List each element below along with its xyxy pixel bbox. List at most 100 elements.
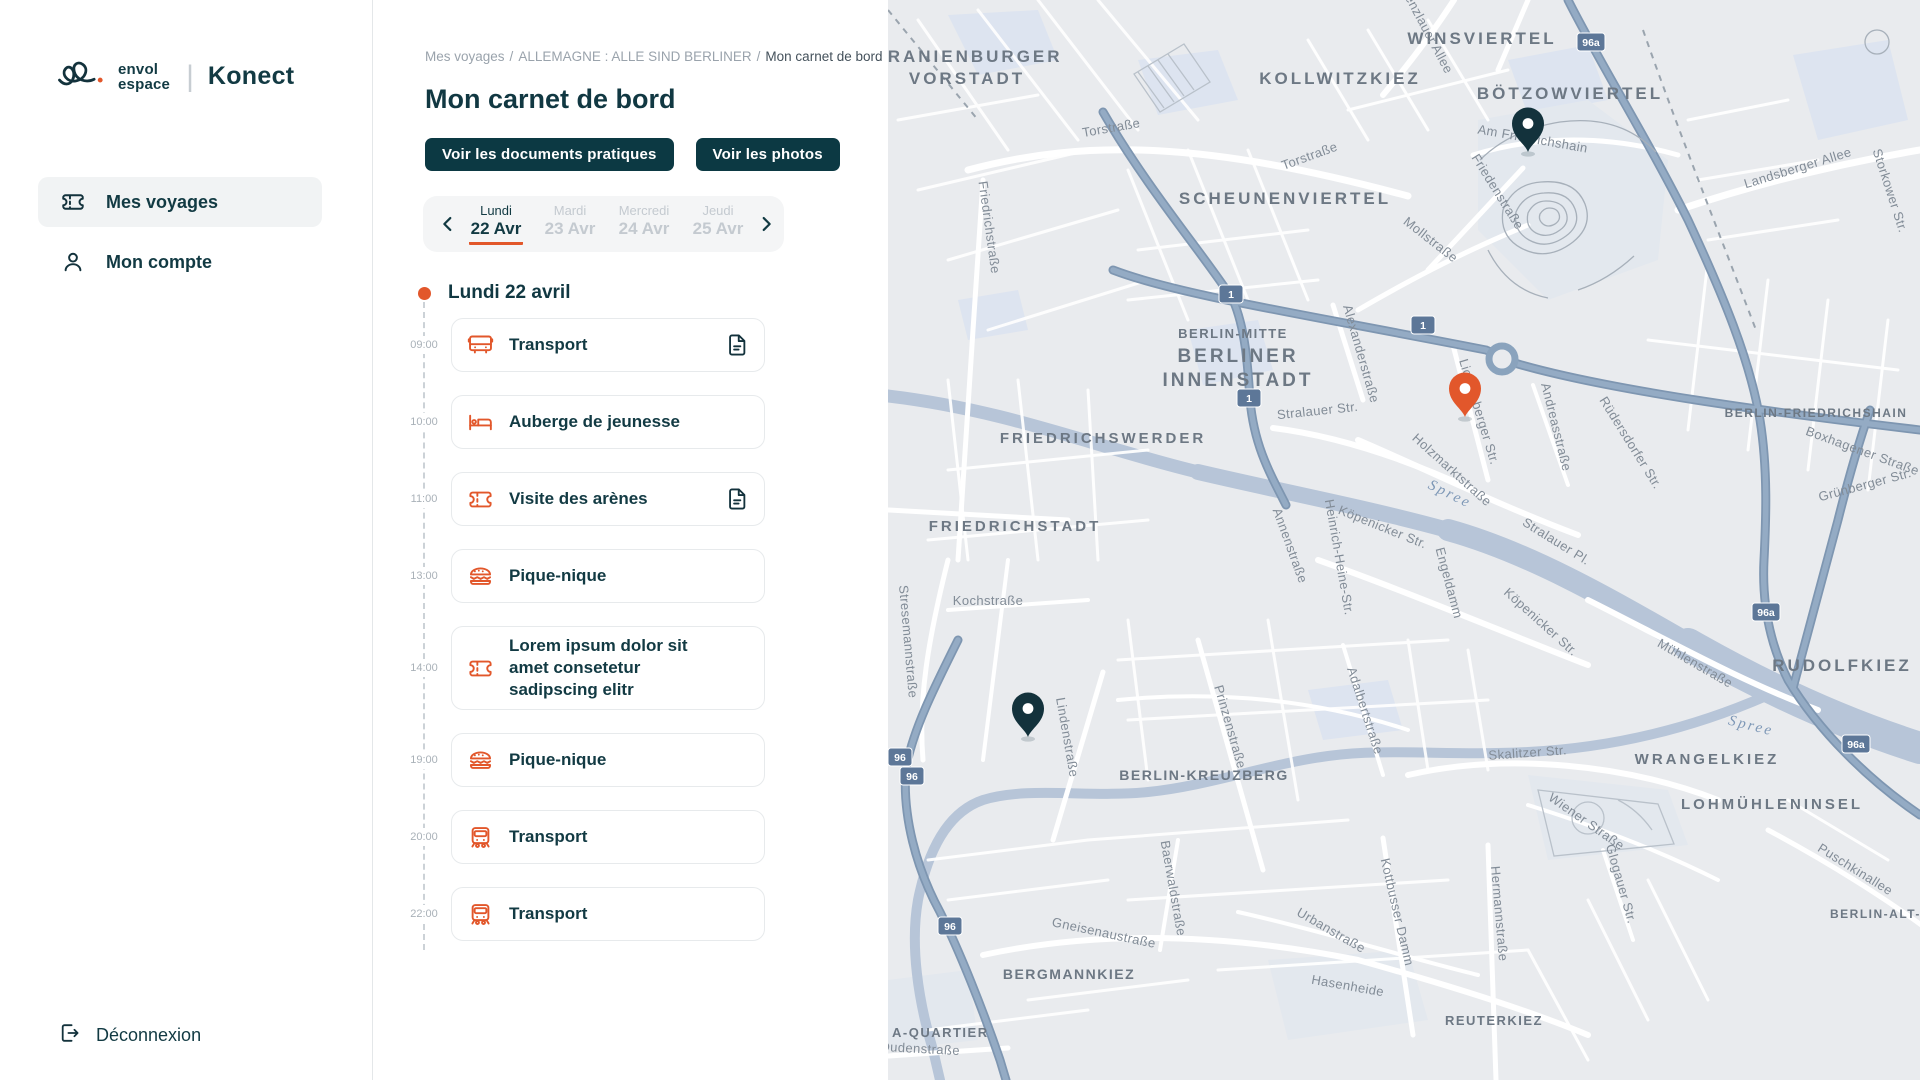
district-label: RUDOLFKIEZ — [1772, 656, 1912, 675]
ticket-icon — [467, 486, 494, 513]
timeline-time: 10:00 — [409, 413, 439, 431]
district-label: SCHEUNENVIERTEL — [1179, 189, 1391, 208]
svg-text:96a: 96a — [1757, 607, 1775, 619]
activity-card-tram[interactable]: Transport — [451, 810, 765, 864]
chevron-right-icon[interactable] — [755, 212, 777, 236]
timeline-row: 22:00 Transport — [373, 887, 888, 941]
road-shield: 96a — [1752, 603, 1780, 621]
sidebar-item-label: Mon compte — [106, 252, 212, 273]
district-label: KOLLWITZKIEZ — [1259, 69, 1421, 88]
day-date: 23 Avr — [545, 219, 596, 238]
sidebar-item-mon-compte[interactable]: Mon compte — [38, 237, 322, 287]
activity-label: Pique-nique — [509, 565, 606, 587]
logo: envol espace | Konect — [56, 56, 372, 97]
logout-button[interactable]: Déconnexion — [58, 1021, 201, 1050]
svg-text:96a: 96a — [1847, 739, 1865, 751]
activity-card-sandwich[interactable]: Pique-nique — [451, 733, 765, 787]
sidebar: envol espace | Konect Mes voyages Mon co… — [0, 0, 373, 1080]
road-shield: 96a — [1842, 735, 1870, 753]
activity-label: Pique-nique — [509, 749, 606, 771]
logout-icon — [58, 1021, 82, 1050]
breadcrumb-item[interactable]: ALLEMAGNE : ALLE SIND BERLINER — [518, 49, 751, 64]
district-label: BERGMANNKIEZ — [1003, 966, 1135, 982]
district-label: VORSTADT — [909, 69, 1025, 88]
documents-button[interactable]: Voir les documents pratiques — [425, 138, 674, 171]
activity-card-ticket[interactable]: Lorem ipsum dolor sit amet consetetur sa… — [451, 626, 765, 710]
map-svg: ORANIENBURGERVORSTADTWINSVIERTELKOLLWITZ… — [888, 0, 1920, 1080]
tram-icon — [467, 824, 494, 851]
timeline-row: 20:00 Transport — [373, 810, 888, 864]
photos-button[interactable]: Voir les photos — [696, 138, 840, 171]
activity-card-sandwich[interactable]: Pique-nique — [451, 549, 765, 603]
activity-label: Lorem ipsum dolor sit amet consetetur sa… — [509, 635, 721, 701]
map[interactable]: ORANIENBURGERVORSTADTWINSVIERTELKOLLWITZ… — [888, 0, 1920, 1080]
logo-divider: | — [186, 60, 194, 94]
timeline-row: 13:00 Pique-nique — [373, 549, 888, 603]
timeline-row: 19:00 Pique-nique — [373, 733, 888, 787]
day-name: Mercredi — [607, 203, 681, 218]
svg-text:96: 96 — [894, 752, 906, 764]
carousel-day-23-avr[interactable]: Mardi 23 Avr — [533, 203, 607, 245]
day-name: Jeudi — [681, 203, 755, 218]
activity-card-ticket[interactable]: Visite des arènes — [451, 472, 765, 526]
document-icon[interactable] — [724, 486, 750, 512]
timeline-time: 19:00 — [409, 751, 439, 769]
activity-card-bed[interactable]: Auberge de jeunesse — [451, 395, 765, 449]
timeline-dot — [418, 287, 431, 300]
activity-card-tram[interactable]: Transport — [451, 887, 765, 941]
timeline-time: 20:00 — [409, 828, 439, 846]
activity-card-bus[interactable]: Transport — [451, 318, 765, 372]
document-icon[interactable] — [724, 332, 750, 358]
user-icon — [60, 249, 86, 275]
activity-label: Transport — [509, 826, 587, 848]
day-name: Lundi — [459, 203, 533, 218]
day-date: 25 Avr — [693, 219, 744, 238]
road-shield: 96 — [900, 767, 924, 785]
activity-label: Auberge de jeunesse — [509, 411, 680, 433]
timeline-day-label: Lundi 22 avril — [448, 282, 570, 304]
breadcrumb-item: Mon carnet de bord — [765, 49, 882, 64]
content-panel: Mes voyages / ALLEMAGNE : ALLE SIND BERLIN… — [373, 0, 888, 1080]
timeline: Lundi 22 avril 09:00 Transport 10:00 Aub… — [373, 282, 888, 941]
road-shield: 96 — [938, 917, 962, 935]
sidebar-nav: Mes voyages Mon compte — [0, 177, 372, 287]
timeline-row: 10:00 Auberge de jeunesse — [373, 395, 888, 449]
activity-label: Transport — [509, 334, 587, 356]
day-date: 24 Avr — [619, 219, 670, 238]
app-root: envol espace | Konect Mes voyages Mon co… — [0, 0, 1920, 1080]
sandwich-icon — [467, 747, 494, 774]
timeline-row: 14:00 Lorem ipsum dolor sit amet consete… — [373, 626, 888, 710]
carousel-day-24-avr[interactable]: Mercredi 24 Avr — [607, 203, 681, 245]
timeline-time: 22:00 — [409, 905, 439, 923]
district-label: BERLIN-FRIEDRICHSHAIN — [1725, 406, 1908, 420]
district-label: INNENSTADT — [1162, 370, 1313, 391]
carousel-day-22-avr[interactable]: Lundi 22 Avr — [459, 203, 533, 245]
sidebar-item-label: Mes voyages — [106, 192, 218, 213]
bed-icon — [467, 409, 494, 436]
brand-name: Konect — [208, 62, 295, 91]
timeline-time: 14:00 — [409, 659, 439, 677]
sidebar-item-mes-voyages[interactable]: Mes voyages — [38, 177, 322, 227]
day-name: Mardi — [533, 203, 607, 218]
breadcrumb-item[interactable]: Mes voyages — [425, 49, 505, 64]
sandwich-icon — [467, 563, 494, 590]
logo-wordmark: envol espace — [118, 62, 170, 92]
road-shield: 1 — [1237, 389, 1261, 407]
breadcrumb-separator: / — [757, 49, 761, 64]
district-label: BÖTZOWVIERTEL — [1477, 84, 1663, 103]
carousel-day-25-avr[interactable]: Jeudi 25 Avr — [681, 203, 755, 245]
district-label: WRANGELKIEZ — [1635, 751, 1780, 768]
timeline-time: 09:00 — [409, 336, 439, 354]
breadcrumb: Mes voyages / ALLEMAGNE : ALLE SIND BERLIN… — [425, 49, 888, 64]
activity-label: Transport — [509, 903, 587, 925]
district-label: A-QUARTIER — [892, 1025, 989, 1040]
day-date: 22 Avr — [469, 219, 524, 245]
timeline-time: 13:00 — [409, 567, 439, 585]
bus-icon — [467, 332, 494, 359]
activity-label: Visite des arènes — [509, 488, 648, 510]
district-label: FRIEDRICHSTADT — [929, 518, 1102, 535]
timeline-row: 09:00 Transport — [373, 318, 888, 372]
road-shield: 96a — [1577, 33, 1605, 51]
svg-text:1: 1 — [1246, 393, 1252, 405]
chevron-left-icon[interactable] — [437, 212, 459, 236]
